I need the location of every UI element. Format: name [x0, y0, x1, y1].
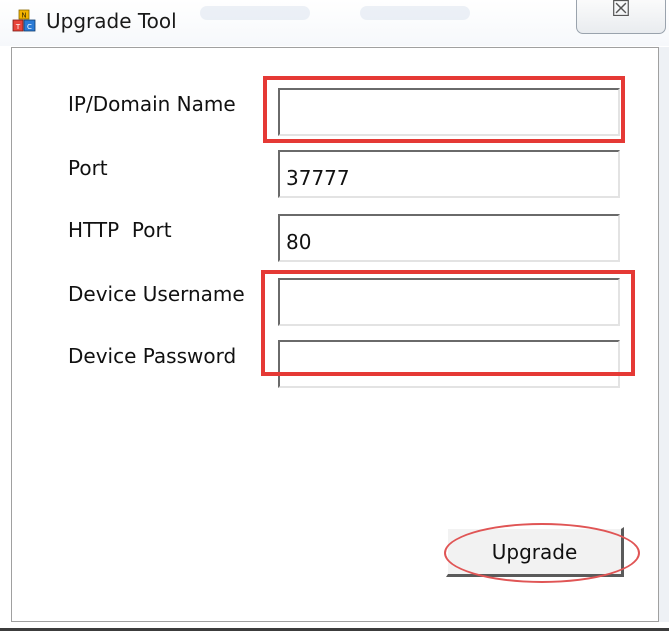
ip-input[interactable] [278, 88, 620, 136]
http-port-input[interactable] [278, 214, 620, 262]
background-blur [360, 6, 470, 20]
username-label: Device Username [68, 282, 245, 306]
svg-text:C: C [27, 23, 32, 31]
svg-text:N: N [21, 12, 26, 20]
app-icon: N T C [12, 9, 36, 32]
password-label: Device Password [68, 344, 237, 368]
http-port-label: HTTP Port [68, 218, 172, 242]
port-label: Port [68, 156, 108, 180]
close-icon: ☒ [611, 0, 631, 22]
ip-label: IP/Domain Name [68, 92, 236, 116]
window-edge [659, 47, 669, 622]
background-blur [200, 6, 310, 20]
svg-text:T: T [15, 23, 21, 31]
window-title: Upgrade Tool [46, 9, 177, 33]
username-input[interactable] [278, 278, 620, 326]
title-bar: N T C Upgrade Tool ☒ [0, 0, 669, 46]
close-button[interactable]: ☒ [576, 0, 666, 34]
password-input[interactable] [278, 340, 620, 388]
port-input[interactable] [278, 150, 620, 198]
bottom-border [0, 628, 669, 631]
upgrade-button[interactable]: Upgrade [446, 527, 624, 577]
